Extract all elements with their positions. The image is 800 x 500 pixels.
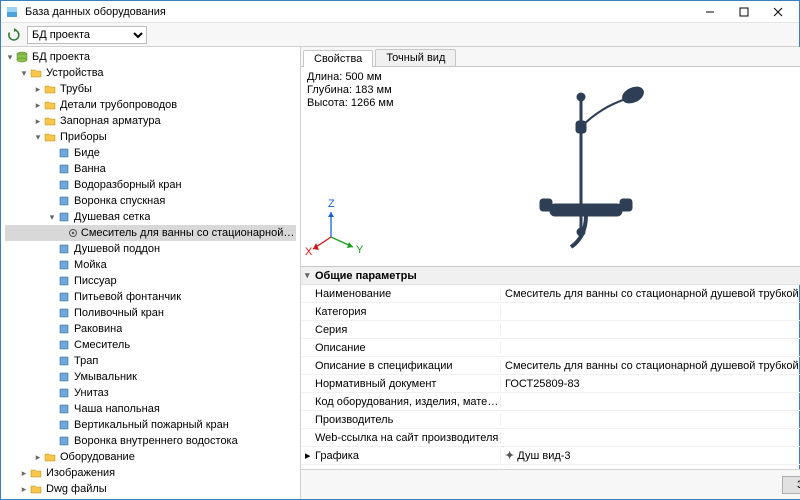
tree-branch[interactable]: ▸Трубы <box>5 81 296 97</box>
prop-row: Производитель <box>301 411 800 429</box>
tree-item[interactable]: Биде <box>5 145 296 161</box>
3d-viewer[interactable]: Длина: 500 мм Глубина: 183 мм Высота: 12… <box>301 67 800 267</box>
app-icon <box>5 5 19 19</box>
cube-icon <box>57 338 71 352</box>
tree-item[interactable]: Поливочный кран <box>5 305 296 321</box>
tree-item[interactable]: Трап <box>5 353 296 369</box>
refresh-button[interactable] <box>5 26 23 44</box>
svg-text:Z: Z <box>328 198 335 210</box>
tab-exact-view[interactable]: Точный вид <box>375 49 456 66</box>
toolbar: БД проекта <box>1 23 799 47</box>
detail-tabs: Свойства Точный вид <box>301 47 800 67</box>
tree-item[interactable]: Умывальник <box>5 369 296 385</box>
gear-icon <box>68 226 78 240</box>
folder-icon <box>43 114 57 128</box>
tree-branch[interactable]: ▸Запорная арматура <box>5 113 296 129</box>
cube-icon <box>57 162 71 176</box>
prop-row: ▸Графика✦ Душ вид-3… <box>301 447 800 465</box>
prop-row: Категория▾ <box>301 303 800 321</box>
folder-icon <box>29 482 43 496</box>
tree-branch[interactable]: ▾Устройства <box>5 65 296 81</box>
tree-item[interactable]: ▾Душевая сетка <box>5 209 296 225</box>
section-general[interactable]: ▾Общие параметры <box>301 267 800 285</box>
folder-icon <box>29 466 43 480</box>
project-selector[interactable]: БД проекта <box>27 26 147 44</box>
close-button[interactable] <box>761 2 795 22</box>
cube-icon <box>57 370 71 384</box>
prop-row: Нормативный документГОСТ25809-83 <box>301 375 800 393</box>
tree-branch[interactable]: ▸Оборудование <box>5 449 296 465</box>
tree-branch[interactable]: ▸Dwg файлы <box>5 481 296 497</box>
folder-icon <box>29 66 43 80</box>
tree-root[interactable]: ▾БД проекта <box>5 49 296 65</box>
property-grid[interactable]: ▾Общие параметры НаименованиеСмеситель д… <box>301 267 800 469</box>
database-icon <box>15 50 29 64</box>
prop-row: НаименованиеСмеситель для ванны со стаци… <box>301 285 800 303</box>
window-title: База данных оборудования <box>25 6 693 18</box>
tab-properties[interactable]: Свойства <box>303 50 373 67</box>
app-window: База данных оборудования БД проекта ▾БД … <box>0 0 800 500</box>
cube-icon <box>57 402 71 416</box>
tree-item[interactable]: Воронка спускная <box>5 193 296 209</box>
cube-icon <box>57 274 71 288</box>
content: ▾БД проекта ▾Устройства ▸Трубы ▸Детали т… <box>1 47 799 499</box>
cube-icon <box>57 434 71 448</box>
cube-icon <box>57 418 71 432</box>
prop-row: Серия <box>301 321 800 339</box>
cube-icon <box>57 354 71 368</box>
tree-item[interactable]: Воронка внутреннего водостока <box>5 433 296 449</box>
prop-row: Описание▾ <box>301 339 800 357</box>
tree-branch[interactable]: ▸Графика <box>5 497 296 499</box>
prop-row: Описание в спецификацииСмеситель для ван… <box>301 357 800 375</box>
tree-item[interactable]: Писсуар <box>5 273 296 289</box>
tree-item-selected[interactable]: Смеситель для ванны со стационарной душе… <box>5 225 296 241</box>
cube-icon <box>57 242 71 256</box>
folder-icon <box>43 450 57 464</box>
folder-icon <box>43 82 57 96</box>
cube-icon <box>57 290 71 304</box>
cube-icon <box>57 306 71 320</box>
tree-item[interactable]: Питьевой фонтанчик <box>5 289 296 305</box>
footer: Закрыть <box>301 469 800 499</box>
svg-text:X: X <box>305 246 313 258</box>
folder-icon <box>29 498 43 499</box>
tree-item[interactable]: Мойка <box>5 257 296 273</box>
cube-icon <box>57 194 71 208</box>
cube-icon <box>57 146 71 160</box>
cube-icon <box>57 386 71 400</box>
tree-item[interactable]: Ванна <box>5 161 296 177</box>
maximize-button[interactable] <box>727 2 761 22</box>
tree-item[interactable]: Водоразборный кран <box>5 177 296 193</box>
close-dialog-button[interactable]: Закрыть <box>782 476 800 494</box>
equipment-tree[interactable]: ▾БД проекта ▾Устройства ▸Трубы ▸Детали т… <box>1 47 300 499</box>
cube-icon <box>57 210 71 224</box>
shower-model: Z Y X <box>301 67 791 267</box>
tree-item[interactable]: Душевой поддон <box>5 241 296 257</box>
tree-item[interactable]: Смеситель <box>5 337 296 353</box>
tree-item[interactable]: Унитаз <box>5 385 296 401</box>
tree-branch[interactable]: ▾Приборы <box>5 129 296 145</box>
cube-icon <box>57 178 71 192</box>
tree-item[interactable]: Раковина <box>5 321 296 337</box>
tree-panel: ▾БД проекта ▾Устройства ▸Трубы ▸Детали т… <box>1 47 301 499</box>
svg-text:Y: Y <box>356 244 364 256</box>
folder-icon <box>43 130 57 144</box>
folder-icon <box>43 98 57 112</box>
tree-item[interactable]: Чаша напольная <box>5 401 296 417</box>
minimize-button[interactable] <box>693 2 727 22</box>
prop-row: Web-ссылка на сайт производителя <box>301 429 800 447</box>
tree-branch[interactable]: ▸Детали трубопроводов <box>5 97 296 113</box>
cube-icon <box>57 258 71 272</box>
tree-branch[interactable]: ▸Изображения <box>5 465 296 481</box>
prop-row: Код оборудования, изделия, матери... <box>301 393 800 411</box>
detail-panel: Свойства Точный вид Длина: 500 мм Глубин… <box>301 47 800 499</box>
cube-icon <box>57 322 71 336</box>
tree-item[interactable]: Вертикальный пожарный кран <box>5 417 296 433</box>
titlebar: База данных оборудования <box>1 1 799 23</box>
